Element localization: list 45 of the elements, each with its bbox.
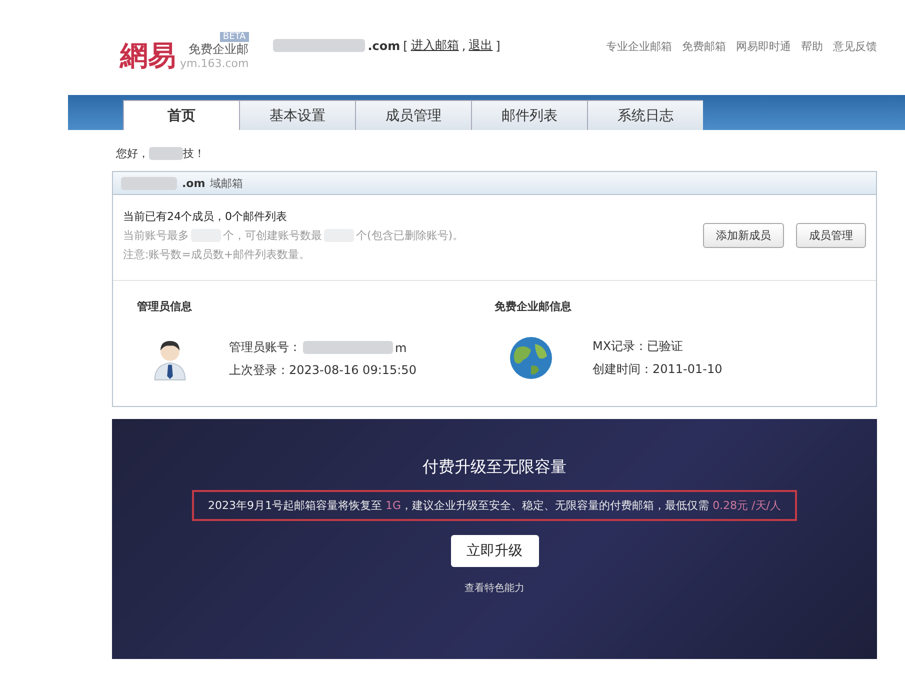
account-text: m <box>395 340 407 354</box>
greeting-text: 您好， <box>116 146 149 161</box>
last-login-text: 上次登录：2023-08-16 09:15:50 <box>229 362 416 379</box>
redaction-block <box>149 147 183 160</box>
top-nav-link[interactable]: 专业企业邮箱 <box>606 39 672 54</box>
logout-link[interactable]: 退出 <box>468 37 493 54</box>
top-nav-link[interactable]: 免费邮箱 <box>682 39 726 54</box>
panel-title: .om <box>182 176 206 190</box>
action-button[interactable]: 成员管理 <box>796 223 866 248</box>
bracket: ] <box>496 38 500 52</box>
greeting-text: 技！ <box>183 146 205 161</box>
section-heading: 管理员信息 <box>137 299 193 314</box>
top-nav-link[interactable]: 意见反馈 <box>833 39 877 54</box>
notice-text: 2023年9月1号起邮箱容量将恢复至 1G，建议企业升级至安全、稳定、无限容量的付费邮箱，最低仅需 0.28元 /天/人 <box>192 490 797 521</box>
top-nav-link[interactable]: 帮助 <box>801 39 823 54</box>
redaction-block <box>121 176 177 190</box>
globe-icon <box>508 336 552 380</box>
logo-text: 網易 <box>120 42 176 70</box>
site-address: ym.163.com <box>180 56 249 70</box>
separator: , <box>462 38 466 52</box>
promo-title: 付费升级至无限容量 <box>422 457 566 478</box>
created-date-text: 创建时间：2011-01-10 <box>592 361 722 378</box>
nav-tab[interactable]: 成员管理 <box>355 100 471 130</box>
enter-mailbox-link[interactable]: 进入邮箱 <box>410 37 459 54</box>
panel-title: 域邮箱 <box>210 176 244 190</box>
nav-tab[interactable]: 系统日志 <box>587 100 703 130</box>
limit-text: 个，可创建账号数最 <box>223 228 322 243</box>
nav-tab[interactable]: 首页 <box>123 100 239 130</box>
top-nav-link[interactable]: 网易即时通 <box>736 39 791 54</box>
product-name: 免费企业邮 <box>188 42 249 57</box>
domain-text: .com <box>368 38 400 52</box>
limit-text: 个(包含已删除账号)。 <box>356 228 464 243</box>
action-button[interactable]: 添加新成员 <box>703 223 784 248</box>
section-heading: 免费企业邮信息 <box>494 299 572 314</box>
limit-text: 当前账号最多 <box>123 228 189 243</box>
summary-text: 当前已有24个成员，0个邮件列表 <box>123 209 288 224</box>
account-label: 管理员账号： <box>229 339 301 356</box>
nav-tab[interactable]: 基本设置 <box>239 100 355 130</box>
features-link[interactable]: 查看特色能力 <box>464 581 524 595</box>
beta-badge: BETA <box>220 32 249 42</box>
upgrade-button[interactable]: 立即升级 <box>450 535 538 567</box>
mx-record-text: MX记录：已验证 <box>592 338 684 355</box>
bracket: [ <box>403 38 408 52</box>
note-text: 注意:账号数=成员数+邮件列表数量。 <box>123 247 312 262</box>
nav-tab[interactable]: 邮件列表 <box>471 100 587 130</box>
